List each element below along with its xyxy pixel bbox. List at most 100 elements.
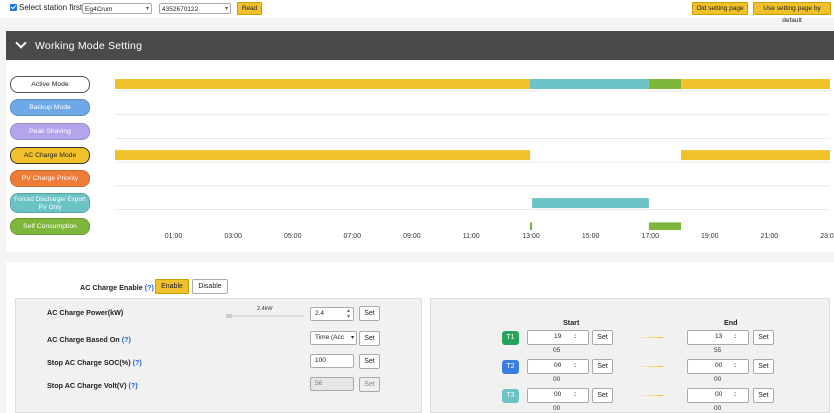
set-stop-volt-button[interactable]: Set: [359, 377, 380, 392]
mode-label: Backup Mode: [29, 104, 71, 111]
period-badge: T3: [502, 389, 519, 403]
period-end-input[interactable]: 00:: [687, 359, 749, 374]
timeline-bar: [648, 79, 682, 89]
mode-button-peak-shaving[interactable]: Peak Shaving: [10, 123, 90, 140]
timeline-bar: [681, 79, 830, 89]
help-icon[interactable]: (?): [145, 283, 154, 292]
serial-select-value: 4352670122: [162, 6, 199, 13]
mode-label: Active Mode: [31, 81, 69, 88]
power-slider-value: 2.4kW: [257, 306, 273, 312]
start-minute: 05: [553, 347, 561, 354]
ac-charge-based-on-label: AC Charge Based On (?): [47, 335, 131, 344]
mode-button-pv-charge-priority[interactable]: PV Charge Priority: [10, 170, 90, 187]
ac-charge-power-input[interactable]: 2.4 ▲ ▼: [310, 307, 354, 321]
mode-label: PV Charge Priority: [21, 175, 79, 182]
end-hour: 13: [715, 333, 723, 340]
ac-charge-enable-label: AC Charge Enable (?): [80, 283, 154, 292]
stop-volt-value: 56: [315, 380, 323, 387]
period-start-input[interactable]: 00:: [527, 388, 589, 403]
start-column-header: Start: [563, 318, 580, 327]
x-tick-label: 17:00: [641, 233, 659, 240]
ac-charge-based-on-text: AC Charge Based On: [47, 335, 120, 344]
default-setting-page-button[interactable]: Use setting page by default: [753, 2, 831, 24]
mode-button-self-consumption[interactable]: Self Consumption: [10, 218, 90, 235]
mode-button-active[interactable]: Active Mode: [10, 76, 90, 93]
period-badge: T2: [502, 360, 519, 374]
read-button[interactable]: Read: [237, 2, 262, 15]
time-separator: :: [734, 391, 737, 398]
enable-button[interactable]: Enable: [155, 279, 189, 294]
timeline-bar: [115, 79, 530, 89]
set-end-button[interactable]: Set: [753, 388, 774, 403]
mode-label: AC Charge Mode: [23, 152, 77, 159]
ac-charge-enable-text: AC Charge Enable: [80, 283, 143, 292]
stop-volt-text: Stop AC Charge Volt(V): [47, 381, 127, 390]
period-range-line: [639, 395, 663, 396]
end-minute: 55: [714, 347, 722, 354]
chevron-down-icon: ▾: [350, 335, 354, 341]
end-hour: 00: [715, 362, 723, 369]
power-slider-handle[interactable]: [226, 314, 232, 318]
timeline-bar: [115, 150, 530, 161]
set-end-button[interactable]: Set: [753, 359, 774, 374]
help-icon[interactable]: (?): [122, 335, 131, 344]
mode-timeline-chart: [115, 79, 830, 230]
end-hour: 00: [715, 391, 723, 398]
power-slider[interactable]: [226, 315, 304, 317]
set-stop-soc-button[interactable]: Set: [359, 354, 380, 369]
period-badge: T1: [502, 331, 519, 345]
set-end-button[interactable]: Set: [753, 330, 774, 345]
help-icon[interactable]: (?): [133, 358, 142, 367]
set-based-on-button[interactable]: Set: [359, 331, 380, 346]
set-start-button[interactable]: Set: [592, 330, 613, 345]
period-range-line: [639, 366, 663, 367]
mode-button-backup[interactable]: Backup Mode: [10, 99, 90, 116]
stepper-icon[interactable]: ▲ ▼: [346, 308, 351, 320]
period-end-input[interactable]: 00:: [687, 388, 749, 403]
stop-volt-label: Stop AC Charge Volt(V) (?): [47, 381, 138, 390]
stop-soc-input[interactable]: 100: [310, 354, 354, 368]
time-separator: :: [574, 333, 577, 340]
period-start-input[interactable]: 00:: [527, 359, 589, 374]
set-start-button[interactable]: Set: [592, 359, 613, 374]
start-hour: 00: [554, 391, 562, 398]
set-start-button[interactable]: Set: [592, 388, 613, 403]
x-tick-label: 03:00: [224, 233, 242, 240]
time-separator: :: [574, 391, 577, 398]
timeline-bar: [648, 222, 682, 230]
chevron-down-icon: ▾: [224, 6, 228, 12]
help-icon[interactable]: (?): [128, 381, 137, 390]
working-mode-header[interactable]: Working Mode Setting: [6, 31, 834, 60]
x-tick-label: 11:00: [462, 233, 480, 240]
station-select[interactable]: Eg4Crum ▾: [82, 3, 152, 14]
disable-button[interactable]: Disable: [192, 279, 228, 294]
chevron-down-icon[interactable]: [15, 37, 27, 49]
select-station-checkbox[interactable]: [10, 4, 17, 11]
mode-label: Self Consumption: [23, 223, 77, 230]
set-power-button[interactable]: Set: [359, 306, 380, 321]
ac-charge-power-label: AC Charge Power(kW): [47, 308, 123, 317]
old-setting-page-button[interactable]: Old setting page: [692, 2, 748, 15]
x-tick-label: 19:00: [701, 233, 719, 240]
end-minute: 00: [714, 376, 722, 383]
serial-select[interactable]: 4352670122 ▾: [159, 3, 231, 14]
start-hour: 00: [554, 362, 562, 369]
timeline-bar: [532, 198, 649, 209]
period-start-input[interactable]: 19:: [527, 330, 589, 345]
period-range-line: [639, 337, 663, 338]
period-end-input[interactable]: 13:: [687, 330, 749, 345]
x-tick-label: 13:00: [522, 233, 540, 240]
ac-charge-based-on-select[interactable]: Time (Acc ▾: [310, 331, 357, 345]
x-tick-label: 07:00: [343, 233, 362, 240]
x-tick-label: 01:00: [164, 233, 183, 240]
mode-label: Forced Discharge/ Export PV Only: [14, 196, 86, 211]
mode-button-forced-discharge[interactable]: Forced Discharge/ Export PV Only: [10, 193, 90, 213]
start-hour: 19: [554, 333, 562, 340]
end-column-header: End: [724, 318, 738, 327]
stop-volt-input[interactable]: 56: [310, 377, 354, 391]
timeline-bar: [529, 222, 533, 230]
mode-label: Peak Shaving: [29, 128, 71, 135]
x-tick-label: 21:00: [760, 233, 779, 240]
mode-button-ac-charge[interactable]: AC Charge Mode: [10, 147, 90, 164]
x-tick-label: 09:00: [403, 233, 421, 240]
